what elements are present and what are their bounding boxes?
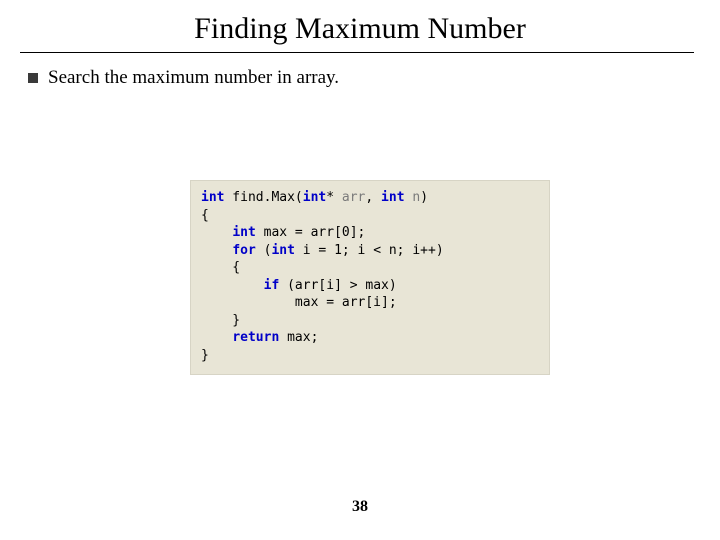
bullet-text: Search the maximum number in array.	[48, 67, 339, 89]
code-block: int find.Max(int* arr, int n) { int max …	[190, 180, 550, 375]
kw-if: if	[264, 278, 280, 293]
square-bullet-icon	[28, 73, 38, 83]
kw-int: int	[271, 243, 294, 258]
code-text: ,	[365, 190, 381, 205]
code-text	[201, 330, 232, 345]
param-n: n	[405, 190, 421, 205]
page-number: 38	[0, 498, 720, 516]
title-divider	[20, 52, 694, 53]
code-content: int find.Max(int* arr, int n) { int max …	[201, 189, 539, 364]
code-text: {	[201, 208, 209, 223]
code-text: {	[201, 260, 240, 275]
code-text	[201, 278, 264, 293]
code-text: max = arr[i];	[201, 295, 397, 310]
kw-int: int	[303, 190, 326, 205]
code-text	[201, 225, 232, 240]
slide: Finding Maximum Number Search the maximu…	[0, 0, 720, 540]
kw-int: int	[232, 225, 255, 240]
param-arr: arr	[334, 190, 365, 205]
code-text: i = 1; i < n; i++)	[295, 243, 444, 258]
kw-int: int	[201, 190, 224, 205]
slide-title: Finding Maximum Number	[0, 0, 720, 52]
code-text: }	[201, 313, 240, 328]
code-text	[201, 243, 232, 258]
code-text: max = arr[0];	[256, 225, 366, 240]
code-text: (arr[i] > max)	[279, 278, 396, 293]
code-text: find.Max(	[224, 190, 302, 205]
kw-return: return	[232, 330, 279, 345]
bullet-row: Search the maximum number in array.	[28, 67, 720, 89]
code-text: max;	[279, 330, 318, 345]
code-text: (	[256, 243, 272, 258]
kw-int: int	[381, 190, 404, 205]
code-text: *	[326, 190, 334, 205]
code-text: }	[201, 348, 209, 363]
kw-for: for	[232, 243, 255, 258]
code-text: )	[420, 190, 428, 205]
